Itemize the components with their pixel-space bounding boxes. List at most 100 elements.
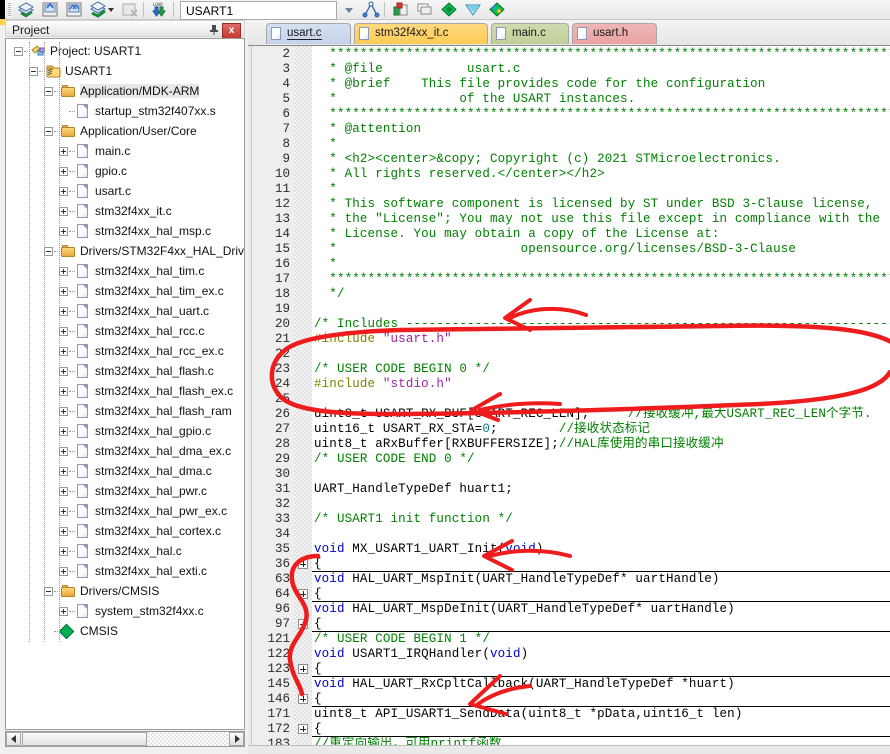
pack-installer-icon[interactable] bbox=[416, 1, 434, 18]
code-line[interactable]: * bbox=[312, 257, 890, 272]
code-line[interactable]: void MX_USART1_UART_Init(void) bbox=[312, 542, 890, 557]
expand-toggle-icon[interactable] bbox=[59, 487, 68, 496]
collapse-toggle-icon[interactable] bbox=[14, 47, 23, 56]
tree-item[interactable]: usart.c bbox=[6, 182, 244, 202]
expand-toggle-icon[interactable] bbox=[59, 427, 68, 436]
scroll-track[interactable] bbox=[148, 732, 228, 746]
expand-toggle-icon[interactable] bbox=[59, 307, 68, 316]
tree-item[interactable]: Drivers/CMSIS bbox=[6, 582, 244, 602]
chevron-down-icon[interactable] bbox=[106, 1, 116, 18]
tab-usart-h[interactable]: usart.h bbox=[572, 23, 657, 44]
expand-toggle-icon[interactable] bbox=[59, 387, 68, 396]
load-icon[interactable]: LOAD bbox=[150, 1, 168, 18]
code-line[interactable]: /* USER CODE BEGIN 0 */ bbox=[312, 362, 890, 377]
code-line[interactable]: * @attention bbox=[312, 122, 890, 137]
target-options-icon[interactable] bbox=[362, 1, 380, 18]
select-software-packs-icon[interactable] bbox=[440, 1, 458, 18]
code-line[interactable] bbox=[312, 527, 890, 542]
code-line[interactable]: ****************************************… bbox=[312, 107, 890, 122]
fold-column[interactable] bbox=[294, 46, 312, 754]
tree-item[interactable]: Application/MDK-ARM bbox=[6, 82, 244, 102]
fold-expand-icon[interactable] bbox=[298, 664, 308, 674]
tree-item[interactable]: stm32f4xx_hal_rcc_ex.c bbox=[6, 342, 244, 362]
tree-item[interactable]: stm32f4xx_hal_dma_ex.c bbox=[6, 442, 244, 462]
target-select[interactable]: USART1 bbox=[180, 1, 337, 20]
tree-item[interactable]: stm32f4xx_hal_flash_ex.c bbox=[6, 382, 244, 402]
tree-item[interactable]: gpio.c bbox=[6, 162, 244, 182]
tree-item[interactable]: USART1 bbox=[6, 62, 244, 82]
code-line[interactable]: /* USER CODE END 0 */ bbox=[312, 452, 890, 467]
fold-expand-icon[interactable] bbox=[298, 589, 308, 599]
expand-toggle-icon[interactable] bbox=[59, 447, 68, 456]
tree-item[interactable]: stm32f4xx_hal_tim.c bbox=[6, 262, 244, 282]
tree-item[interactable]: Project: USART1 bbox=[6, 42, 244, 62]
tree-item[interactable]: stm32f4xx_hal_flash.c bbox=[6, 362, 244, 382]
collapse-toggle-icon[interactable] bbox=[44, 587, 53, 596]
tree-item[interactable]: stm32f4xx_hal_gpio.c bbox=[6, 422, 244, 442]
code-line[interactable]: { bbox=[312, 722, 890, 737]
code-line[interactable]: void HAL_UART_MspDeInit(UART_HandleTypeD… bbox=[312, 602, 890, 617]
tree-item[interactable]: Application/User/Core bbox=[6, 122, 244, 142]
tree-item[interactable]: stm32f4xx_hal_pwr.c bbox=[6, 482, 244, 502]
code-line[interactable] bbox=[312, 347, 890, 362]
expand-toggle-icon[interactable] bbox=[59, 147, 68, 156]
expand-toggle-icon[interactable] bbox=[59, 547, 68, 556]
code-view[interactable]: 2 3 4 5 6 7 8 9 10 11 12 13 14 15 16 17 18 19 20 21 22 23 24 25… bbox=[248, 45, 890, 754]
code-line[interactable]: * This software component is licensed by… bbox=[312, 197, 890, 212]
scroll-thumb[interactable] bbox=[22, 732, 147, 746]
collapse-toggle-icon[interactable] bbox=[29, 67, 38, 76]
code-line[interactable] bbox=[312, 497, 890, 512]
translate-icon[interactable] bbox=[89, 1, 107, 18]
fold-expand-icon[interactable] bbox=[298, 694, 308, 704]
manage-project-items-icon[interactable] bbox=[392, 1, 410, 18]
code-line[interactable]: void HAL_UART_RxCpltCallback(UART_Handle… bbox=[312, 677, 890, 692]
code-line[interactable]: { bbox=[312, 617, 890, 632]
expand-toggle-icon[interactable] bbox=[59, 287, 68, 296]
expand-toggle-icon[interactable] bbox=[59, 347, 68, 356]
rebuild-icon[interactable] bbox=[41, 1, 59, 18]
tree-item[interactable]: stm32f4xx_it.c bbox=[6, 202, 244, 222]
scroll-right-arrow-icon[interactable] bbox=[229, 732, 244, 746]
code-line[interactable]: * License. You may obtain a copy of the … bbox=[312, 227, 890, 242]
target-dropdown-arrow-icon[interactable] bbox=[340, 1, 358, 18]
project-tree[interactable]: Project: USART1 USART1 Application/MDK-ARM… bbox=[5, 38, 245, 730]
scroll-left-arrow-icon[interactable] bbox=[6, 732, 21, 746]
code-line[interactable]: #include "usart.h" bbox=[312, 332, 890, 347]
code-line[interactable]: * the "License"; You may not use this fi… bbox=[312, 212, 890, 227]
project-horizontal-scrollbar[interactable] bbox=[5, 731, 245, 747]
tab-stm32f4xx-it-c[interactable]: stm32f4xx_it.c bbox=[354, 23, 488, 44]
code-line[interactable]: ****************************************… bbox=[312, 47, 890, 62]
manage-rte-icon[interactable] bbox=[464, 1, 482, 18]
expand-toggle-icon[interactable] bbox=[59, 267, 68, 276]
configure-pack-icon[interactable] bbox=[488, 1, 506, 18]
close-icon[interactable]: x bbox=[222, 23, 241, 39]
expand-toggle-icon[interactable] bbox=[59, 507, 68, 516]
tree-item[interactable]: CMSIS bbox=[6, 622, 244, 642]
code-line[interactable]: { bbox=[312, 662, 890, 677]
tree-item[interactable]: stm32f4xx_hal_rcc.c bbox=[6, 322, 244, 342]
code-line[interactable]: * <h2><center>&copy; Copyright (c) 2021 … bbox=[312, 152, 890, 167]
code-line[interactable]: uint16_t USART_RX_STA=0; //接收状态标记 bbox=[312, 422, 890, 437]
expand-toggle-icon[interactable] bbox=[59, 527, 68, 536]
fold-expand-icon[interactable] bbox=[298, 619, 308, 629]
code-line[interactable]: uint8_t aRxBuffer[RXBUFFERSIZE];//HAL库使用… bbox=[312, 437, 890, 452]
tree-item[interactable]: stm32f4xx_hal_cortex.c bbox=[6, 522, 244, 542]
tree-item[interactable]: startup_stm32f407xx.s bbox=[6, 102, 244, 122]
tree-item[interactable]: stm32f4xx_hal_exti.c bbox=[6, 562, 244, 582]
tree-item[interactable]: stm32f4xx_hal_tim_ex.c bbox=[6, 282, 244, 302]
code-line[interactable]: */ bbox=[312, 287, 890, 302]
expand-toggle-icon[interactable] bbox=[59, 187, 68, 196]
expand-toggle-icon[interactable] bbox=[59, 207, 68, 216]
tree-item[interactable]: system_stm32f4xx.c bbox=[6, 602, 244, 622]
toolbar-grip[interactable] bbox=[8, 2, 11, 17]
collapse-toggle-icon[interactable] bbox=[44, 87, 53, 96]
tab-main-c[interactable]: main.c bbox=[491, 23, 569, 44]
code-line[interactable]: * of the USART instances. bbox=[312, 92, 890, 107]
expand-toggle-icon[interactable] bbox=[59, 467, 68, 476]
code-text-column[interactable]: ****************************************… bbox=[312, 46, 890, 754]
tree-item[interactable]: stm32f4xx_hal_dma.c bbox=[6, 462, 244, 482]
tree-item[interactable]: stm32f4xx_hal.c bbox=[6, 542, 244, 562]
code-line[interactable]: UART_HandleTypeDef huart1; bbox=[312, 482, 890, 497]
code-line[interactable]: { bbox=[312, 692, 890, 707]
expand-toggle-icon[interactable] bbox=[59, 227, 68, 236]
